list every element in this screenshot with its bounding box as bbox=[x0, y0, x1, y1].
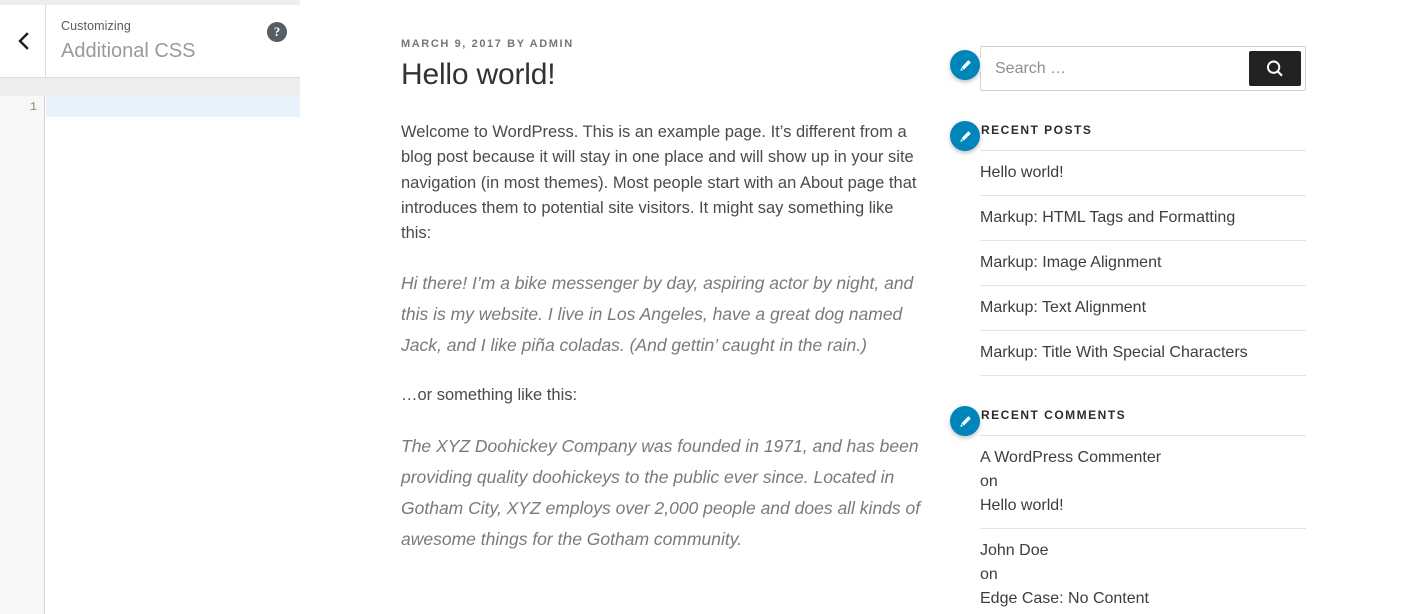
widget-title-recent-comments: Recent Comments bbox=[981, 408, 1127, 422]
recent-post-link[interactable]: Markup: Image Alignment bbox=[980, 251, 1306, 275]
customizer-header: Customizing Additional CSS ? bbox=[0, 5, 300, 78]
list-item: John Doe on Edge Case: No Content bbox=[980, 529, 1306, 614]
list-item: A WordPress Commenter on Hello world! bbox=[980, 436, 1306, 529]
search-input[interactable] bbox=[981, 47, 1249, 90]
panel-title-block: Customizing Additional CSS bbox=[47, 5, 300, 77]
panel-eyebrow: Customizing bbox=[61, 19, 131, 33]
post-quote-2: The XYZ Doohickey Company was founded in… bbox=[401, 435, 921, 549]
panel-separator bbox=[0, 78, 300, 96]
pencil-edit-icon bbox=[958, 58, 973, 73]
css-code-editor[interactable]: 1 bbox=[0, 96, 300, 614]
post-title: Hello world! bbox=[401, 58, 556, 91]
comment-author-link[interactable]: A WordPress Commenter bbox=[980, 446, 1306, 470]
list-item: Markup: Image Alignment bbox=[980, 241, 1306, 286]
search-form[interactable] bbox=[980, 46, 1306, 91]
post-quote-1: Hi there! I’m a bike messenger by day, a… bbox=[401, 273, 914, 356]
comment-post-link[interactable]: Hello world! bbox=[980, 494, 1306, 518]
post-meta: MARCH 9, 2017 BY ADMIN bbox=[401, 38, 574, 50]
list-item: Markup: Text Alignment bbox=[980, 286, 1306, 331]
line-number: 1 bbox=[29, 100, 37, 114]
recent-comments-widget: Recent Comments A WordPress Commenter on… bbox=[950, 406, 1310, 614]
widget-sidebar: Recent Posts Hello world! Markup: HTML T… bbox=[950, 46, 1310, 614]
list-item: Markup: Title With Special Characters bbox=[980, 331, 1306, 376]
customizer-sidebar: Customizing Additional CSS ? 1 bbox=[0, 0, 300, 614]
pencil-edit-icon bbox=[958, 129, 973, 144]
recent-posts-widget: Recent Posts Hello world! Markup: HTML T… bbox=[950, 121, 1310, 376]
site-preview: MARCH 9, 2017 BY ADMIN Hello world! Welc… bbox=[300, 0, 1407, 614]
recent-post-link[interactable]: Markup: Title With Special Characters bbox=[980, 341, 1306, 365]
customizer-screen: Customizing Additional CSS ? 1 MARCH 9, … bbox=[0, 0, 1407, 614]
search-widget bbox=[950, 46, 1310, 91]
editor-caret bbox=[47, 98, 48, 115]
edit-shortcut-recent-posts[interactable] bbox=[950, 121, 980, 151]
search-icon bbox=[1264, 58, 1286, 80]
comment-on-text: on bbox=[980, 566, 998, 583]
widget-title-recent-posts: Recent Posts bbox=[981, 123, 1093, 137]
back-button[interactable] bbox=[0, 5, 46, 77]
recent-post-link[interactable]: Markup: Text Alignment bbox=[980, 296, 1306, 320]
comment-on-text: on bbox=[980, 473, 998, 490]
comment-author-link[interactable]: John Doe bbox=[980, 539, 1306, 563]
recent-post-link[interactable]: Hello world! bbox=[980, 161, 1306, 185]
recent-posts-list: Hello world! Markup: HTML Tags and Forma… bbox=[980, 150, 1306, 376]
list-item: Markup: HTML Tags and Formatting bbox=[980, 196, 1306, 241]
editor-code-area[interactable] bbox=[46, 96, 300, 614]
comment-post-link[interactable]: Edge Case: No Content bbox=[980, 587, 1306, 611]
help-icon[interactable]: ? bbox=[267, 22, 287, 42]
recent-post-link[interactable]: Markup: HTML Tags and Formatting bbox=[980, 206, 1306, 230]
comment-line: A WordPress Commenter on Hello world! bbox=[980, 446, 1306, 518]
edit-shortcut-search[interactable] bbox=[950, 50, 980, 80]
post-paragraph-2: …or something like this: bbox=[401, 386, 578, 405]
pencil-edit-icon bbox=[958, 414, 973, 429]
page-title: Additional CSS bbox=[61, 40, 196, 62]
recent-comments-list: A WordPress Commenter on Hello world! Jo… bbox=[980, 435, 1306, 614]
list-item: Hello world! bbox=[980, 151, 1306, 196]
editor-active-line bbox=[46, 96, 300, 117]
post-paragraph-1: Welcome to WordPress. This is an example… bbox=[401, 123, 917, 243]
search-submit-button[interactable] bbox=[1249, 51, 1301, 86]
comment-line: John Doe on Edge Case: No Content bbox=[980, 539, 1306, 611]
editor-gutter: 1 bbox=[0, 96, 45, 614]
chevron-left-icon bbox=[17, 32, 29, 50]
edit-shortcut-recent-comments[interactable] bbox=[950, 406, 980, 436]
post-article: MARCH 9, 2017 BY ADMIN Hello world! Welc… bbox=[401, 38, 921, 577]
